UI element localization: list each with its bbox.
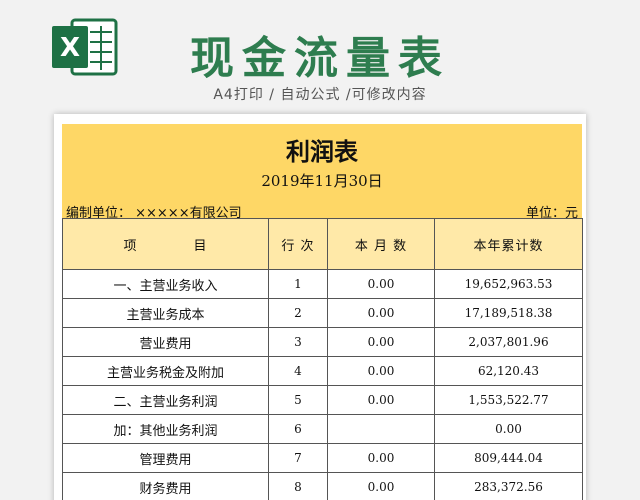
cell-month[interactable]: 0.00 xyxy=(327,327,435,357)
cell-item[interactable]: 主营业务税金及附加 xyxy=(62,356,269,386)
cell-item[interactable]: 加：其他业务利润 xyxy=(62,414,269,444)
column-header-month: 本 月 数 xyxy=(327,218,435,270)
cell-ytd[interactable]: 19,652,963.53 xyxy=(434,269,583,299)
table-row: 一、主营业务收入 1 0.00 19,652,963.53 xyxy=(62,269,583,299)
cell-month[interactable]: 0.00 xyxy=(327,472,435,500)
cell-item[interactable]: 二、主营业务利润 xyxy=(62,385,269,415)
cell-item[interactable]: 财务费用 xyxy=(62,472,269,500)
excel-icon: X xyxy=(52,18,118,76)
column-header-item: 项 目 xyxy=(62,218,269,270)
cell-month[interactable]: 0.00 xyxy=(327,443,435,473)
cell-month[interactable]: 0.00 xyxy=(327,269,435,299)
page-title: 现金流量表 xyxy=(190,33,450,84)
table-row: 加：其他业务利润 6 0.00 xyxy=(62,414,583,444)
cell-ytd[interactable]: 809,444.04 xyxy=(434,443,583,473)
table-header-row: 项 目 行 次 本 月 数 本年累计数 xyxy=(62,218,583,270)
cell-line[interactable]: 2 xyxy=(268,298,328,328)
cell-ytd[interactable]: 17,189,518.38 xyxy=(434,298,583,328)
cell-line[interactable]: 1 xyxy=(268,269,328,299)
cell-ytd[interactable]: 0.00 xyxy=(434,414,583,444)
page-subtitle: A4打印 / 自动公式 /可修改内容 xyxy=(213,87,427,103)
cell-ytd[interactable]: 283,372.56 xyxy=(434,472,583,500)
report-title: 利润表 xyxy=(286,137,358,166)
cell-item[interactable]: 主营业务成本 xyxy=(62,298,269,328)
cell-line[interactable]: 3 xyxy=(268,327,328,357)
table-row: 营业费用 3 0.00 2,037,801.96 xyxy=(62,327,583,357)
report-date: 2019年11月30日 xyxy=(261,172,383,190)
cell-line[interactable]: 5 xyxy=(268,385,328,415)
cell-line[interactable]: 4 xyxy=(268,356,328,386)
column-header-line: 行 次 xyxy=(268,218,328,270)
cell-line[interactable]: 6 xyxy=(268,414,328,444)
table-row: 管理费用 7 0.00 809,444.04 xyxy=(62,443,583,473)
cell-month[interactable]: 0.00 xyxy=(327,385,435,415)
cell-ytd[interactable]: 62,120.43 xyxy=(434,356,583,386)
table-row: 二、主营业务利润 5 0.00 1,553,522.77 xyxy=(62,385,583,415)
table-row: 主营业务成本 2 0.00 17,189,518.38 xyxy=(62,298,583,328)
excel-logo-letter: X xyxy=(60,33,80,63)
cell-item[interactable]: 管理费用 xyxy=(62,443,269,473)
cell-ytd[interactable]: 1,553,522.77 xyxy=(434,385,583,415)
cell-month[interactable]: 0.00 xyxy=(327,298,435,328)
table-row: 财务费用 8 0.00 283,372.56 xyxy=(62,472,583,500)
cell-ytd[interactable]: 2,037,801.96 xyxy=(434,327,583,357)
cell-month[interactable] xyxy=(327,414,435,444)
column-header-ytd: 本年累计数 xyxy=(434,218,583,270)
cell-month[interactable]: 0.00 xyxy=(327,356,435,386)
cell-line[interactable]: 8 xyxy=(268,472,328,500)
table-row: 主营业务税金及附加 4 0.00 62,120.43 xyxy=(62,356,583,386)
cell-item[interactable]: 一、主营业务收入 xyxy=(62,269,269,299)
cell-item[interactable]: 营业费用 xyxy=(62,327,269,357)
cell-line[interactable]: 7 xyxy=(268,443,328,473)
income-statement-table: 项 目 行 次 本 月 数 本年累计数 一、主营业务收入 1 0.00 19,6… xyxy=(62,218,583,500)
